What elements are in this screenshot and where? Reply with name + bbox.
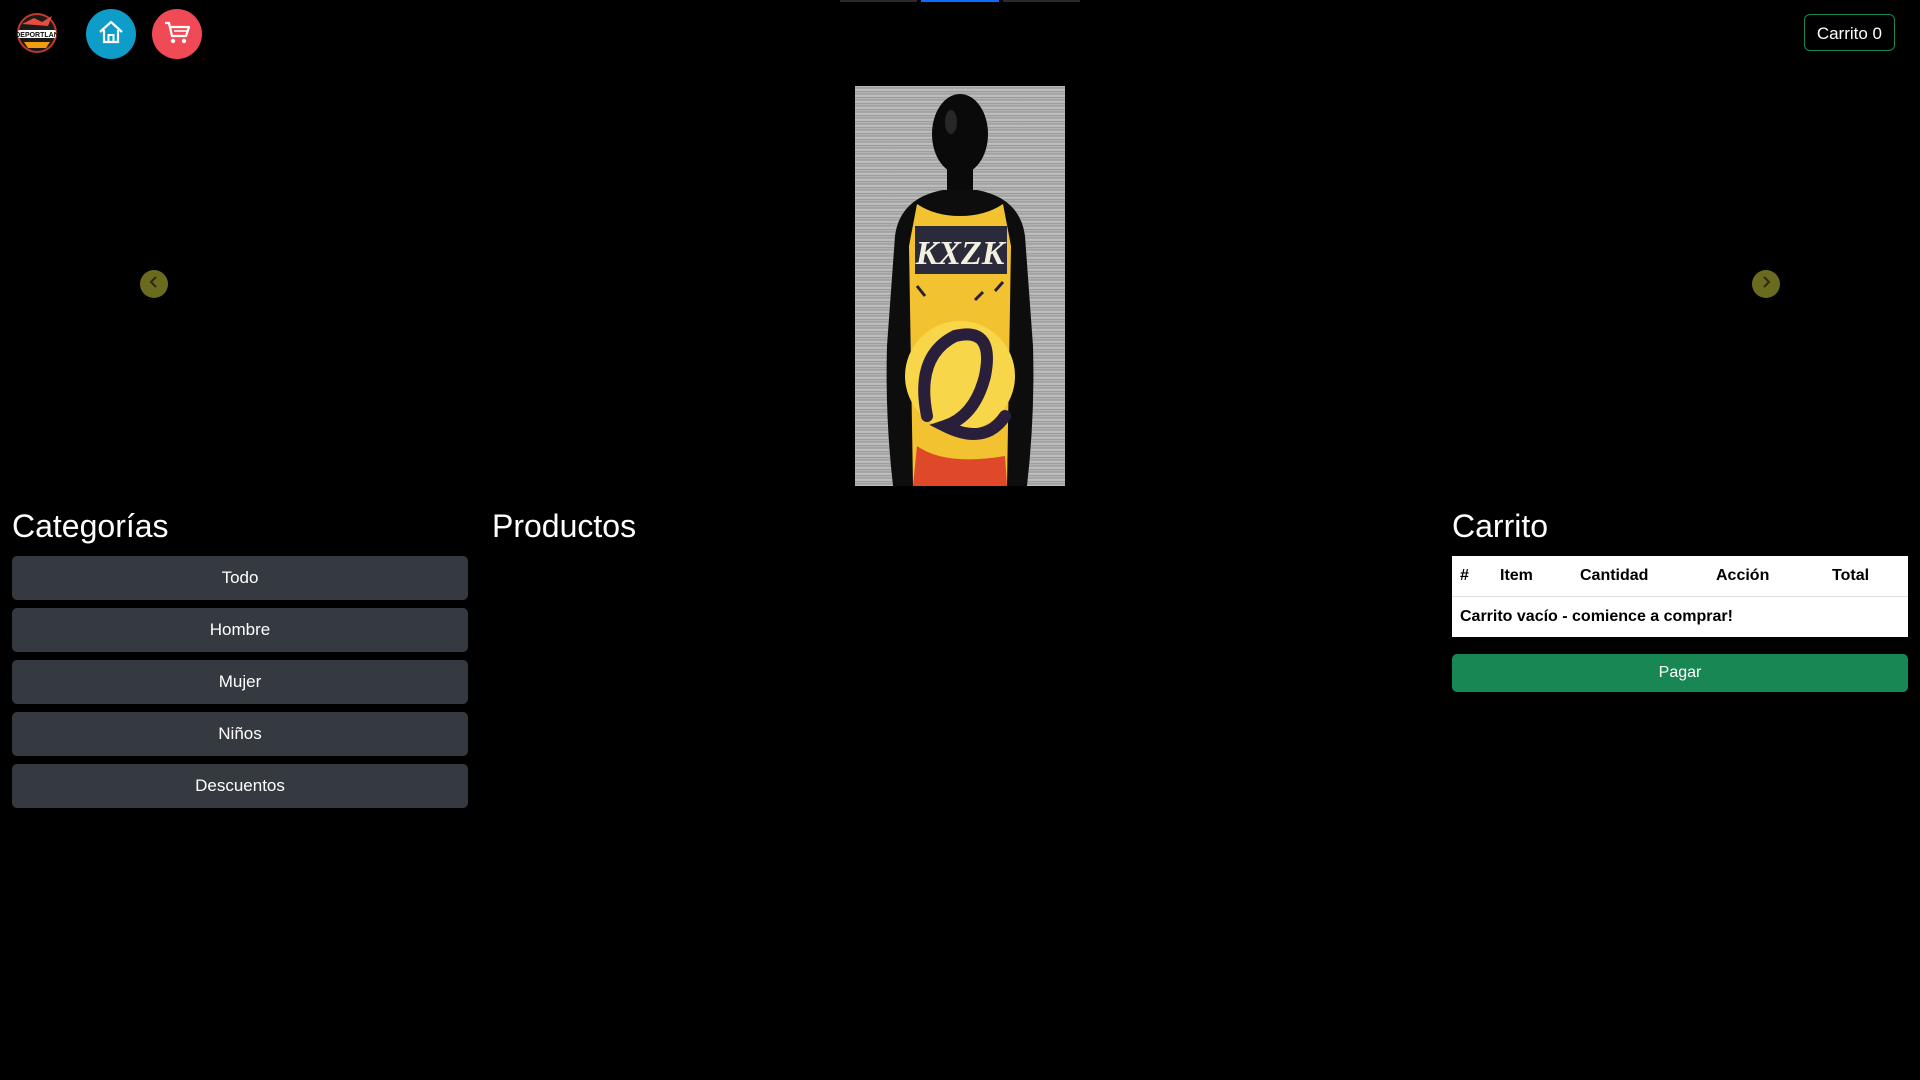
cart-col-quantity: Cantidad [1572, 556, 1708, 597]
carousel-indicators [840, 0, 1080, 2]
carousel-prev-button[interactable] [140, 270, 168, 298]
category-button-hombre[interactable]: Hombre [12, 608, 468, 652]
carousel-indicator[interactable] [840, 0, 918, 2]
chevron-left-icon [147, 275, 161, 294]
shopping-cart-icon [162, 17, 192, 52]
carousel-slide-image: KXZK [855, 86, 1065, 486]
logo-icon[interactable]: DEPORTLAN [12, 10, 62, 56]
cart-col-action: Acción [1708, 556, 1824, 597]
carousel-next-button[interactable] [1752, 270, 1780, 298]
pay-button[interactable]: Pagar [1452, 654, 1908, 692]
header: DEPORTLAN Carrito 0 [0, 0, 1920, 66]
cart-table-header-row: # Item Cantidad Acción Total [1452, 556, 1908, 597]
slide-shirt-text: KXZK [915, 235, 1007, 272]
cart-icon-button[interactable] [152, 9, 202, 59]
cart-title: Carrito [1452, 508, 1549, 544]
cart-count-button[interactable]: Carrito 0 [1803, 14, 1895, 51]
category-button-mujer[interactable]: Mujer [12, 660, 468, 704]
category-button-todo[interactable]: Todo [12, 556, 468, 600]
category-button-ninos[interactable]: Niños [12, 712, 468, 756]
carousel-indicator[interactable] [1002, 0, 1080, 2]
carousel-indicator-active[interactable] [921, 0, 999, 2]
cart-col-number: # [1452, 556, 1492, 597]
cart-col-item: Item [1492, 556, 1572, 597]
chevron-right-icon [1759, 275, 1773, 294]
cart-table: # Item Cantidad Acción Total Carrito vac… [1452, 556, 1908, 637]
logo-text: DEPORTLAN [15, 32, 59, 39]
category-list: Todo Hombre Mujer Niños Descuentos [12, 556, 468, 816]
categories-title: Categorías [12, 508, 169, 544]
home-icon [96, 17, 126, 52]
cart-col-total: Total [1824, 556, 1908, 597]
table-row: Carrito vacío - comience a comprar! [1452, 597, 1908, 638]
category-button-descuentos[interactable]: Descuentos [12, 764, 468, 808]
home-button[interactable] [86, 9, 136, 59]
products-title: Productos [492, 508, 637, 544]
cart-empty-message: Carrito vacío - comience a comprar! [1460, 608, 1733, 625]
product-carousel: KXZK [0, 86, 1920, 486]
page: DEPORTLAN Carrito 0 KXZK Categorías Todo… [0, 0, 1920, 1080]
